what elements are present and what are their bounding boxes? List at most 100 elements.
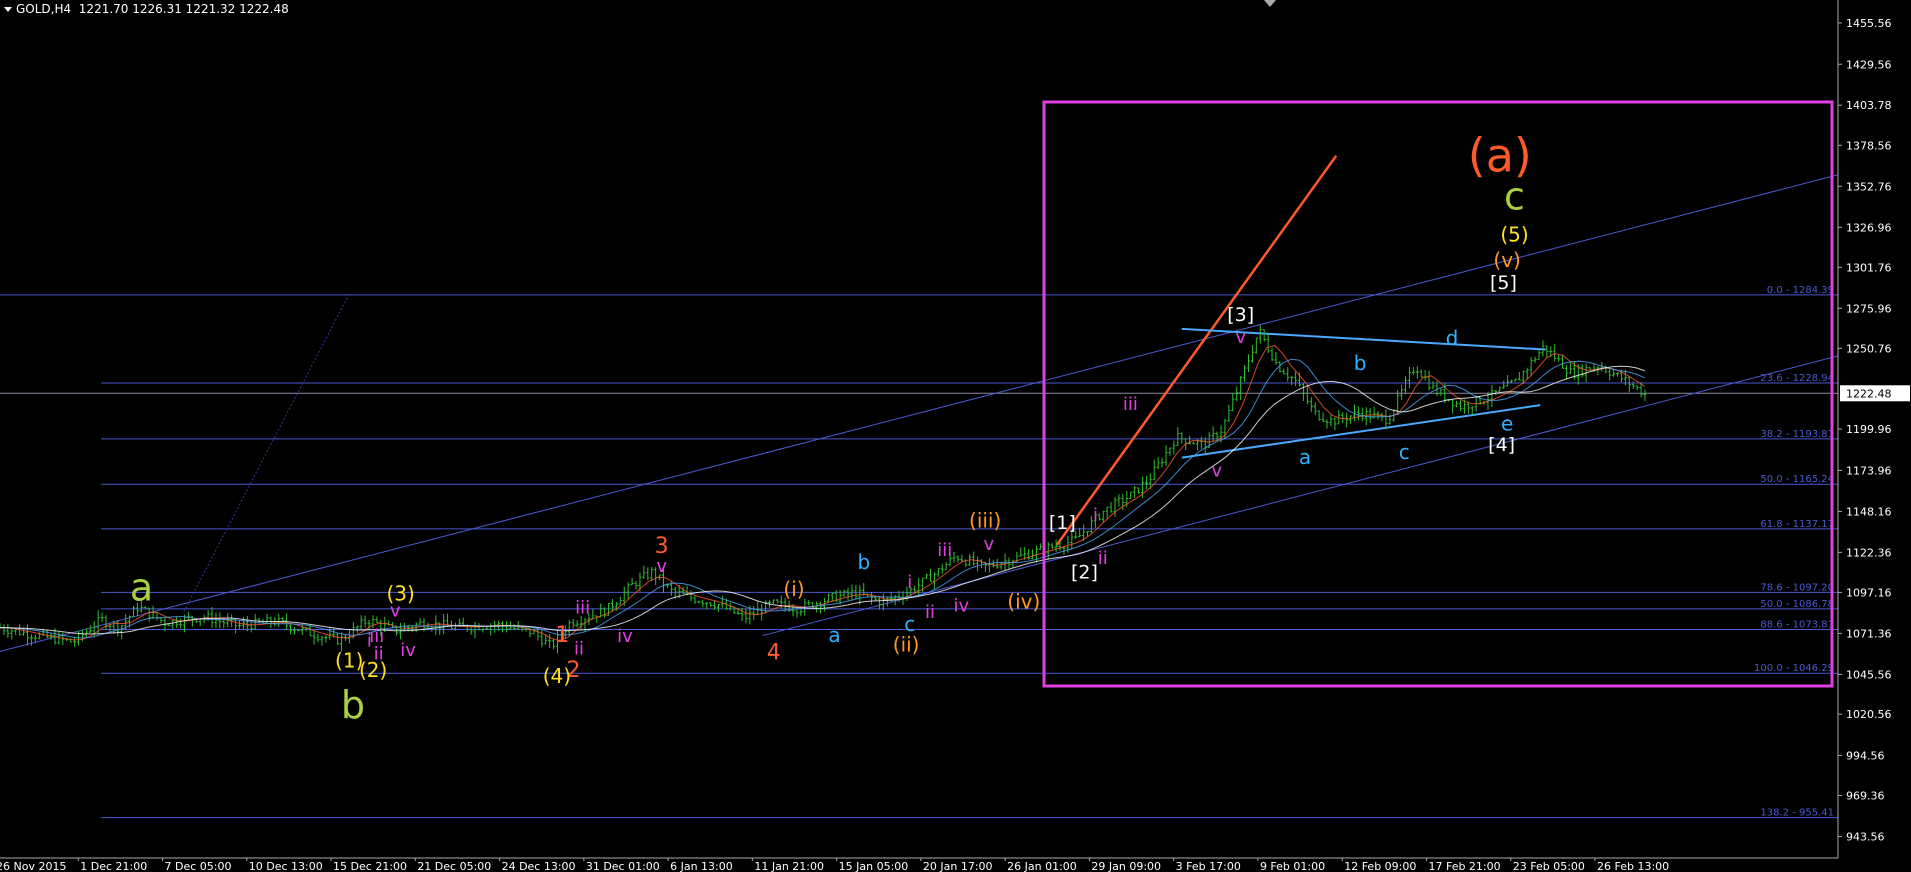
time-tick-label: 10 Dec 13:00 [249,860,323,872]
wave-label: (iii) [969,509,1001,533]
price-tick-label: 1275.96 [1846,302,1892,315]
wave-label: e [1501,412,1513,436]
fib-label: 138.2 - 955.41 [1760,808,1834,819]
wave-label: b [1354,351,1367,375]
wave-label: v [984,534,995,555]
shift-marker-icon[interactable] [1264,0,1276,7]
price-tick-label: 1301.76 [1846,261,1892,274]
wave-label: a [828,623,840,647]
time-tick-label: 9 Feb 01:00 [1260,860,1325,872]
wave-label: iii [575,597,590,618]
price-tick-label: 1403.78 [1846,99,1892,112]
fib-label: 23.6 - 1228.94 [1760,373,1834,384]
wave-label: c [1399,440,1410,464]
price-tick-label: 1455.56 [1846,17,1892,30]
time-tick-label: 26 Jan 01:00 [1007,860,1077,872]
wave-label: [3] [1227,304,1254,326]
moving-average-line [0,344,1646,642]
fib-label: 100.0 - 1046.29 [1754,663,1834,674]
wave-label: (2) [359,658,387,682]
wave-label: (ii) [893,632,920,656]
time-tick-label: 31 Dec 01:00 [586,860,660,872]
price-tick-label: 1071.36 [1846,627,1892,640]
wave-label: [5] [1490,272,1517,294]
wave-label: i [1093,505,1098,526]
price-tick-label: 1250.76 [1846,342,1892,355]
time-tick-label: 24 Dec 13:00 [502,860,576,872]
dotted-line [183,293,350,612]
wave-label: v [1235,327,1246,348]
price-tick-label: 943.56 [1846,830,1885,843]
wave-label: ii [925,602,935,623]
wave-label: [4] [1488,434,1515,456]
wave-label: [2] [1071,561,1098,583]
fib-label: 88.6 - 1073.81 [1760,620,1834,631]
wave-label: ii [1098,548,1108,569]
moving-average-line [0,365,1646,635]
time-tick-label: 11 Jan 21:00 [754,860,824,872]
current-price-label: 1222.48 [1846,387,1892,400]
wave-label: a [130,566,153,610]
wave-label: d [1446,326,1459,350]
wave-label: a [1299,445,1311,469]
fib-label: 38.2 - 1193.81 [1760,429,1834,440]
wave-label: 4 [767,640,781,665]
fib-label: 50.0 - 1165.24 [1760,474,1834,485]
wave-label: iv [953,596,969,617]
candles [0,324,1647,654]
price-tick-label: 1326.96 [1846,221,1892,234]
wave-label: i [907,572,912,593]
time-tick-label: 26 Nov 2015 [0,860,66,872]
price-tick-label: 994.56 [1846,749,1885,762]
wave-label: b [341,683,365,727]
price-tick-label: 1173.96 [1846,464,1892,477]
wave-label: v [1211,461,1222,482]
price-tick-label: 1378.56 [1846,139,1892,152]
wave-label: (4) [543,664,571,688]
fib-label: 78.6 - 1097.20 [1760,582,1834,593]
wave-label: i [367,631,372,652]
price-axis: 1455.56 1429.56 1403.78 1378.56 1352.76 1326.… [1837,0,1910,858]
time-tick-label: 23 Feb 05:00 [1513,860,1585,872]
time-tick-label: 15 Dec 21:00 [333,860,407,872]
time-tick-label: 20 Jan 17:00 [923,860,993,872]
wave-label: (iv) [1007,590,1040,614]
wave-label: (i) [783,577,804,601]
price-tick-label: 1352.76 [1846,180,1892,193]
moving-average-line [0,358,1646,639]
price-tick-label: 1097.16 [1846,586,1892,599]
wave-label: b [858,550,871,574]
time-axis: 26 Nov 2015 1 Dec 21:00 7 Dec 05:00 10 Dec … [0,0,1838,872]
fib-label: 61.8 - 1137.17 [1760,519,1834,530]
time-tick-label: 26 Feb 13:00 [1597,860,1669,872]
price-tick-label: 1122.36 [1846,546,1892,559]
wave-label: iii [1123,394,1138,415]
wave-label: (5) [1500,223,1528,247]
time-tick-label: 15 Jan 05:00 [839,860,909,872]
wave-label: iv [400,640,416,661]
price-tick-label: 1429.56 [1846,58,1892,71]
wave-label: c [1504,175,1525,219]
wave-label: (v) [1493,248,1520,272]
trend-lines [0,154,1839,652]
wave-label: ii [574,639,584,660]
price-chart[interactable]: 0.0 - 1284.39 23.6 - 1228.94 38.2 - 1193.8… [0,0,1911,872]
time-tick-label: 1 Dec 21:00 [80,860,147,872]
time-tick-label: 3 Feb 17:00 [1176,860,1241,872]
price-tick-label: 1148.16 [1846,505,1892,518]
price-tick-label: 969.36 [1846,789,1885,802]
time-tick-label: 17 Feb 21:00 [1428,860,1500,872]
fib-label: 0.0 - 1284.39 [1767,285,1834,296]
price-tick-label: 1020.56 [1846,708,1892,721]
price-tick-label: 1199.96 [1846,423,1892,436]
time-tick-label: 21 Dec 05:00 [417,860,491,872]
trend-line-red [1055,154,1338,546]
wave-label: iii [937,540,952,561]
time-tick-label: 7 Dec 05:00 [165,860,232,872]
wave-label: iv [617,626,633,647]
time-tick-label: 6 Jan 13:00 [670,860,733,872]
fib-label: 50.0 - 1086.78 [1760,599,1834,610]
wave-label: v [656,556,667,577]
price-tick-label: 1045.56 [1846,668,1892,681]
time-tick-label: 29 Jan 09:00 [1091,860,1161,872]
